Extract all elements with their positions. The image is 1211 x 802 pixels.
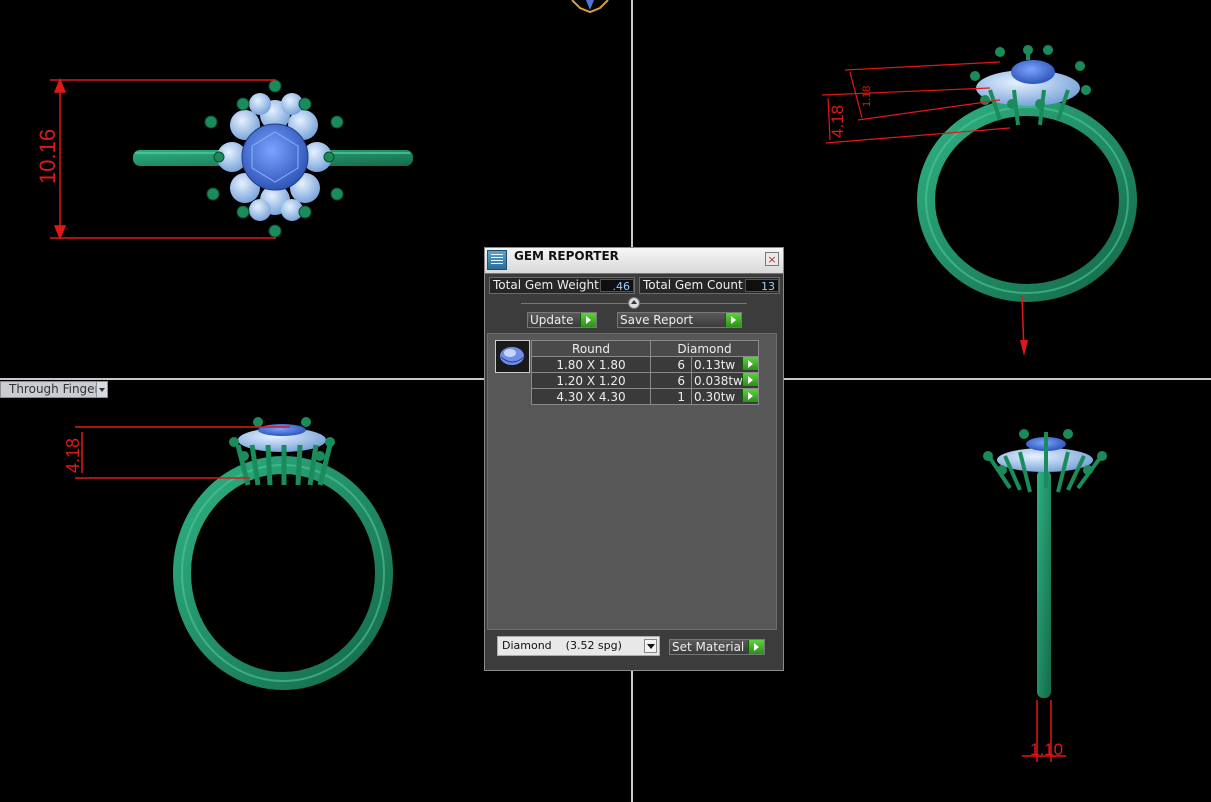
gem-table: Round Diamond 1.80 X 1.80 6 0.13tw 1.20 … <box>531 340 759 405</box>
material-select-value: Diamond (3.52 spg) <box>502 639 622 652</box>
go-arrow-icon[interactable] <box>742 373 758 386</box>
slider-arrow-icon[interactable] <box>628 297 640 309</box>
table-row[interactable]: 4.30 X 4.30 1 0.30tw <box>531 388 759 405</box>
go-arrow-icon[interactable] <box>742 389 758 402</box>
total-gem-count-label: Total Gem Count <box>643 278 743 292</box>
gem-reporter-title: GEM REPORTER <box>514 249 619 263</box>
gem-count: 6 <box>650 356 692 373</box>
dropdown-arrow-icon[interactable] <box>644 639 657 653</box>
front-view-ring <box>173 417 393 690</box>
material-select[interactable]: Diamond (3.52 spg) <box>497 636 660 656</box>
dimension-label-front: 4.18 <box>63 438 83 473</box>
dimension-perspective <box>821 61 1011 144</box>
table-row[interactable]: 1.20 X 1.20 6 0.038tw <box>531 372 759 389</box>
gem-weight-cell: 0.038tw <box>691 372 759 389</box>
gem-size: 1.80 X 1.80 <box>531 356 651 373</box>
gem-shape-header: Round <box>531 340 651 357</box>
go-arrow-icon[interactable] <box>742 357 758 370</box>
gem-count: 6 <box>650 372 692 389</box>
perspective-view-ring <box>917 45 1137 356</box>
total-gem-weight-field: Total Gem Weight .46 <box>489 277 635 294</box>
gem-weight-cell: 0.13tw <box>691 356 759 373</box>
total-gem-weight-value: .46 <box>600 279 634 293</box>
go-arrow-icon <box>580 313 596 327</box>
gem-weight: 0.13tw <box>694 357 736 372</box>
gem-reporter-icon <box>487 250 507 270</box>
go-arrow-icon <box>725 313 741 327</box>
dimension-label-side: 1.10 <box>1030 740 1063 759</box>
gem-weight-cell: 0.30tw <box>691 388 759 405</box>
gem-weight: 0.038tw <box>694 373 743 388</box>
table-row[interactable]: 1.80 X 1.80 6 0.13tw <box>531 356 759 373</box>
viewport-view-selector[interactable]: Through Finger <box>0 381 108 398</box>
gem-weight: 0.30tw <box>694 389 736 404</box>
save-report-button-label: Save Report <box>620 313 694 327</box>
gem-material-header: Diamond <box>650 340 759 357</box>
viewport-view-label: Through Finger <box>9 382 100 396</box>
orientation-gizmo-icon <box>571 0 609 14</box>
total-gem-count-value: 13 <box>745 279 779 293</box>
dimension-label-top: 10.16 <box>35 129 60 184</box>
gem-list: Round Diamond 1.80 X 1.80 6 0.13tw 1.20 … <box>487 333 777 630</box>
top-view-ring <box>133 79 413 238</box>
update-button[interactable]: Update <box>527 312 597 328</box>
dropdown-arrow-icon[interactable] <box>96 382 107 397</box>
round-gem-icon[interactable] <box>495 340 530 373</box>
total-gem-weight-label: Total Gem Weight <box>493 278 599 292</box>
update-button-label: Update <box>530 313 574 327</box>
gem-size: 1.20 X 1.20 <box>531 372 651 389</box>
dimension-label-perspective-upper: 1.18 <box>861 86 873 107</box>
save-report-button[interactable]: Save Report <box>617 312 742 328</box>
close-icon[interactable]: × <box>765 252 779 266</box>
total-gem-count-field: Total Gem Count 13 <box>639 277 780 294</box>
go-arrow-icon <box>748 640 764 654</box>
gem-reporter-titlebar[interactable]: GEM REPORTER × <box>485 248 783 274</box>
gem-reporter-panel: GEM REPORTER × Total Gem Weight .46 Tota… <box>484 247 784 671</box>
set-material-button[interactable]: Set Material <box>669 639 765 655</box>
set-material-button-label: Set Material <box>672 640 745 654</box>
side-view-ring <box>983 429 1107 698</box>
dimension-label-perspective-lower: 4.18 <box>828 105 847 138</box>
gem-size: 4.30 X 4.30 <box>531 388 651 405</box>
gem-count: 1 <box>650 388 692 405</box>
